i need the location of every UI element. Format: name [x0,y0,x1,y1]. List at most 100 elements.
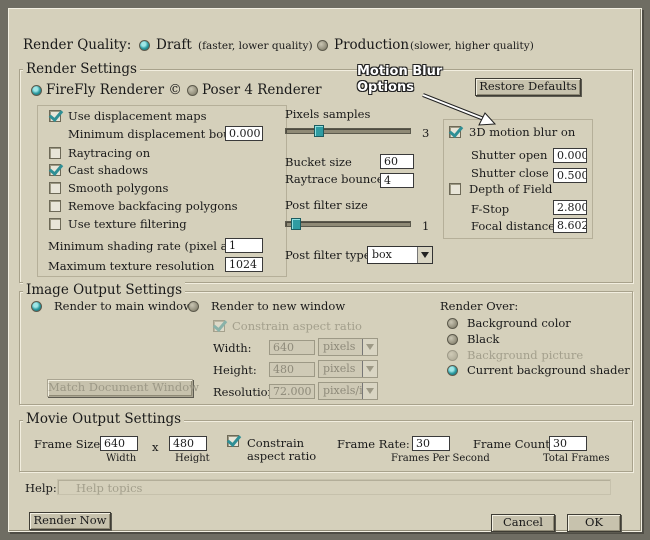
callout-line1: Motion Blur [357,64,443,79]
cast-shadows-label: Cast shadows [68,163,149,177]
production-note: (slower, higher quality) [410,40,534,52]
cancel-button[interactable]: Cancel [491,514,555,532]
render-now-button[interactable]: Render Now [29,512,111,530]
firefly-label[interactable]: FireFly Renderer © [46,82,182,98]
movie-height-field[interactable]: 480 [169,436,207,451]
min-disp-bounds-field[interactable]: 0.000 [225,126,263,141]
cast-shadows-checkbox[interactable] [49,164,61,176]
raytracing-label: Raytracing on [68,146,151,160]
firefly-radio[interactable] [31,85,42,96]
movie-height-caption: Height [175,453,210,464]
main-window-label[interactable]: Render to main window [54,299,193,313]
poser4-radio[interactable] [187,85,198,96]
movie-output-legend: Movie Output Settings [23,411,185,427]
width-unit-select[interactable]: pixels [318,338,378,356]
shutter-close-field[interactable]: 0.500 [553,168,587,183]
fstop-label: F-Stop [471,202,510,216]
movie-constrain-checkbox[interactable] [227,435,239,447]
constrain-label: Constrain aspect ratio [232,319,362,333]
focal-distance-field[interactable]: 8.602 [553,218,587,233]
pixel-samples-label: Pixels samples [285,107,371,121]
movie-constrain-line2: aspect ratio [247,449,317,463]
fps-caption: Frames Per Second [391,453,490,464]
post-filter-size-slider-thumb[interactable] [290,218,301,230]
bg-color-radio[interactable] [447,318,458,329]
chevron-down-icon [362,339,377,355]
min-shading-field[interactable]: 1 [225,238,263,253]
chevron-down-icon [417,247,432,263]
production-label[interactable]: Production [334,37,409,53]
height-label: Height: [213,363,257,377]
fstop-field[interactable]: 2.800 [553,200,587,215]
displacement-label: Use displacement maps [68,109,207,123]
help-label: Help: [25,481,57,495]
movie-width-field[interactable]: 640 [100,436,138,451]
post-filter-type-label: Post filter type [285,248,371,262]
dof-label: Depth of Field [469,182,553,196]
pixel-samples-slider-thumb[interactable] [314,125,324,137]
poser4-label[interactable]: Poser 4 Renderer [202,82,322,98]
width-unit-value: pixels [323,340,356,353]
bg-shader-radio[interactable] [447,365,458,376]
max-texture-field[interactable]: 1024 [225,257,263,272]
remove-backfacing-checkbox[interactable] [49,200,61,212]
post-filter-size-slider[interactable] [285,221,411,227]
render-quality-label: Render Quality: [23,37,132,53]
post-filter-type-select[interactable]: box [367,246,433,264]
black-radio[interactable] [447,334,458,345]
min-shading-label: Minimum shading rate (pixel area) [48,239,252,253]
raytrace-bounces-label: Raytrace bounces [285,172,390,186]
render-settings-dialog: Render Quality: Draft (faster, lower qua… [8,8,642,532]
new-window-label[interactable]: Render to new window [211,299,345,313]
max-texture-label: Maximum texture resolution [48,259,215,273]
frame-rate-field[interactable]: 30 [412,436,450,451]
frame-count-field[interactable]: 30 [549,436,587,451]
smooth-polygons-checkbox[interactable] [49,182,61,194]
post-filter-size-value: 1 [422,219,430,233]
shutter-close-label: Shutter close [471,166,549,180]
black-label[interactable]: Black [467,332,499,346]
movie-width-caption: Width [106,453,137,464]
bucket-size-field[interactable]: 60 [380,154,414,169]
match-document-window-button[interactable]: Match Document Window [47,379,199,397]
shutter-open-label: Shutter open [471,148,548,162]
draft-note: (faster, lower quality) [198,40,313,52]
total-frames-caption: Total Frames [543,453,610,464]
draft-label[interactable]: Draft [156,37,192,53]
resolution-field[interactable]: 72.000 [269,384,315,399]
dof-checkbox[interactable] [449,183,461,195]
bg-color-label[interactable]: Background color [467,316,571,330]
x-separator: x [152,440,159,454]
bg-shader-label[interactable]: Current background shader [467,363,630,377]
min-disp-bounds-label: Minimum displacement bounds [68,127,252,141]
raytracing-checkbox[interactable] [49,147,61,159]
image-width-field[interactable]: 640 [269,340,315,355]
new-window-radio[interactable] [188,301,199,312]
main-window-radio[interactable] [31,301,42,312]
production-radio[interactable] [317,40,328,51]
draft-radio[interactable] [139,40,150,51]
bg-picture-radio[interactable] [447,350,458,361]
chevron-down-icon [362,383,377,399]
shutter-open-field[interactable]: 0.000 [553,148,587,163]
image-output-legend: Image Output Settings [23,282,186,298]
pixel-samples-slider[interactable] [285,128,411,134]
render-settings-legend: Render Settings [23,61,140,77]
ok-button[interactable]: OK [567,514,621,532]
resolution-unit-select[interactable]: pixels/in [318,382,378,400]
image-height-field[interactable]: 480 [269,362,315,377]
height-unit-select[interactable]: pixels [318,360,378,378]
remove-backfacing-label: Remove backfacing polygons [68,199,238,213]
bg-picture-label[interactable]: Background picture [467,348,583,362]
raytrace-bounces-field[interactable]: 4 [380,173,414,188]
movie-constrain-line1: Constrain [247,436,305,450]
movie-constrain-label: Constrain aspect ratio [247,437,316,463]
smooth-polygons-label: Smooth polygons [68,181,169,195]
width-label: Width: [213,341,252,355]
chevron-down-icon [362,361,377,377]
constrain-checkbox[interactable] [213,320,225,332]
focal-distance-label: Focal distance [471,219,555,233]
displacement-checkbox[interactable] [49,110,61,122]
height-unit-value: pixels [323,362,356,375]
texture-filtering-checkbox[interactable] [49,218,61,230]
